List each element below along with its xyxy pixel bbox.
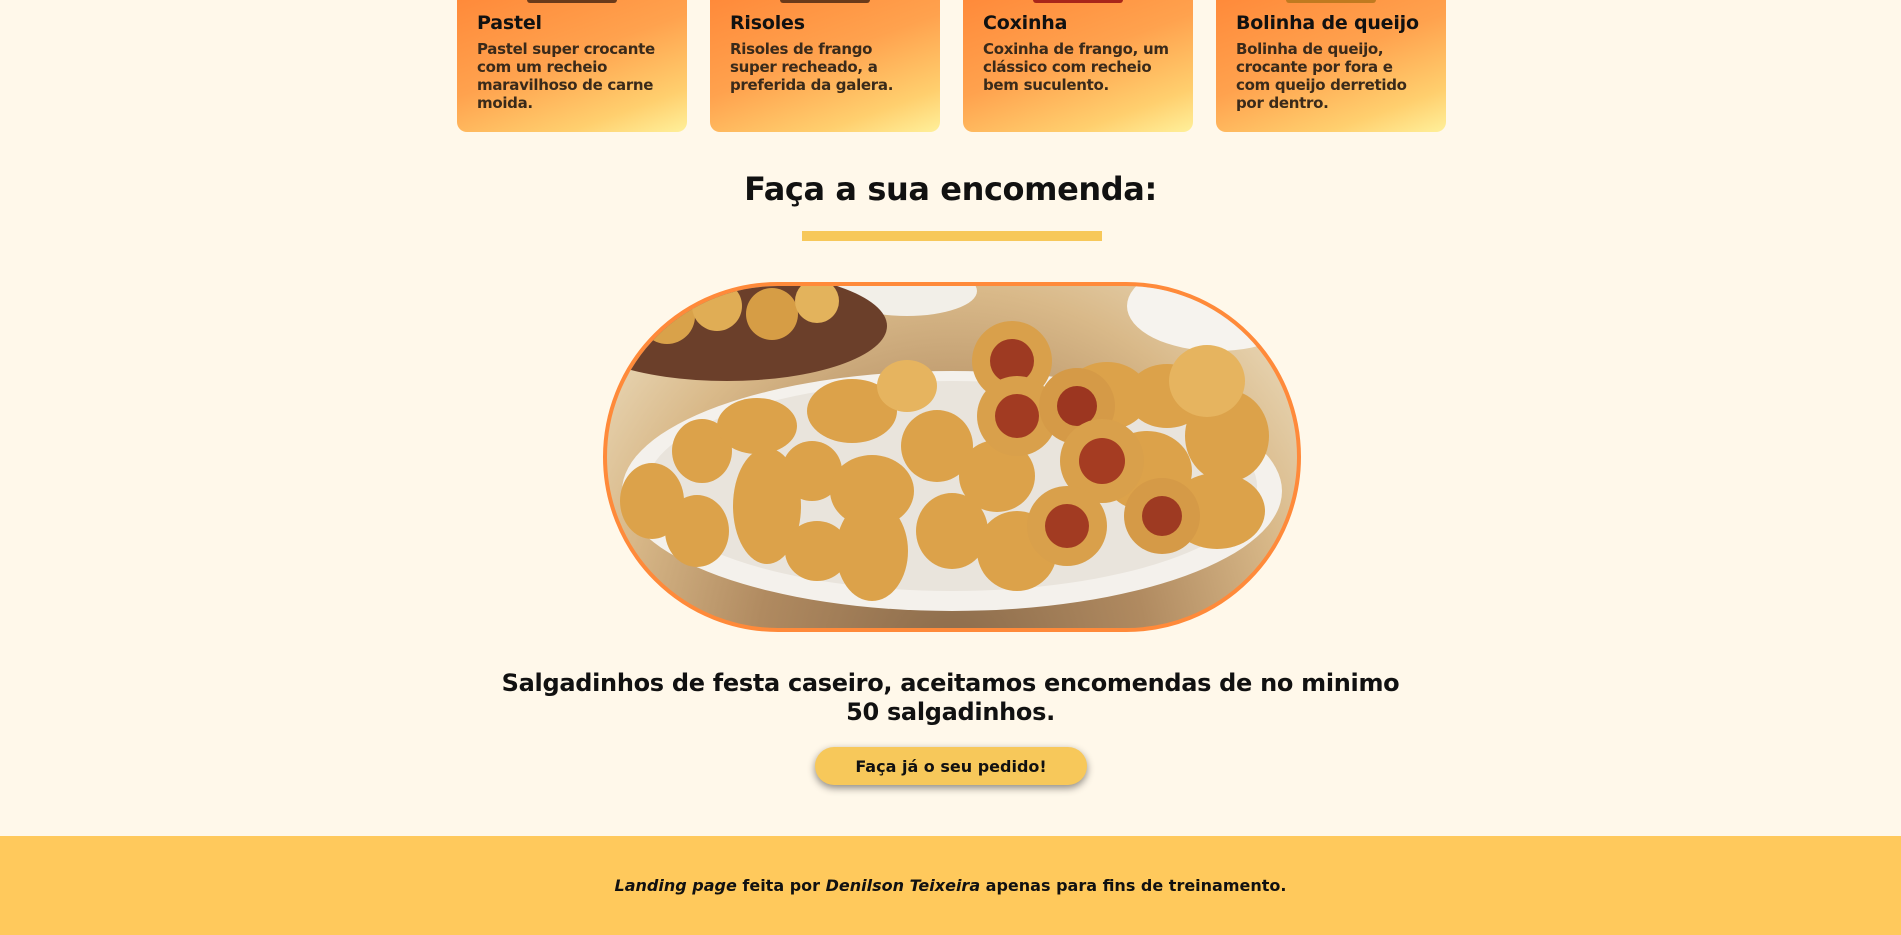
snacks-illustration (607, 286, 1297, 611)
card-bolinha-de-queijo: Bolinha de queijo Bolinha de queijo, cro… (1216, 0, 1446, 132)
card-title: Bolinha de queijo (1236, 12, 1419, 34)
card-description: Risoles de frango super recheado, a pref… (730, 40, 894, 94)
card-title: Pastel (477, 12, 542, 34)
card-description: Bolinha de queijo, crocante por fora e c… (1236, 40, 1407, 112)
card-pastel: Pastel Pastel super crocante com um rech… (457, 0, 687, 132)
card-description: Coxinha de frango, um clássico com reche… (983, 40, 1169, 94)
card-title: Risoles (730, 12, 805, 34)
order-section-title: Faça a sua encomenda: (744, 170, 1157, 208)
title-underline (802, 231, 1102, 241)
footer-landing-page: Landing page (614, 876, 737, 895)
card-image-edge (527, 0, 617, 3)
page-footer: Landing page feita por Denilson Teixeira… (0, 836, 1901, 935)
order-now-button[interactable]: Faça já o seu pedido! (815, 747, 1087, 785)
footer-author: Denilson Teixeira (825, 876, 981, 895)
card-image-edge (780, 0, 870, 3)
card-image-edge (1286, 0, 1376, 3)
card-image-edge (1033, 0, 1123, 3)
card-coxinha: Coxinha Coxinha de frango, um clássico c… (963, 0, 1193, 132)
footer-purpose: apenas para fins de treinamento. (980, 876, 1287, 895)
card-description: Pastel super crocante com um recheio mar… (477, 40, 655, 112)
order-tagline: Salgadinhos de festa caseiro, aceitamos … (501, 669, 1400, 726)
card-risoles: Risoles Risoles de frango super recheado… (710, 0, 940, 132)
footer-text: Landing page feita por Denilson Teixeira… (615, 876, 1287, 895)
card-title: Coxinha (983, 12, 1068, 34)
footer-feita-por: feita por (736, 876, 826, 895)
snacks-photo (603, 282, 1301, 632)
product-cards: Pastel Pastel super crocante com um rech… (457, 0, 1446, 132)
